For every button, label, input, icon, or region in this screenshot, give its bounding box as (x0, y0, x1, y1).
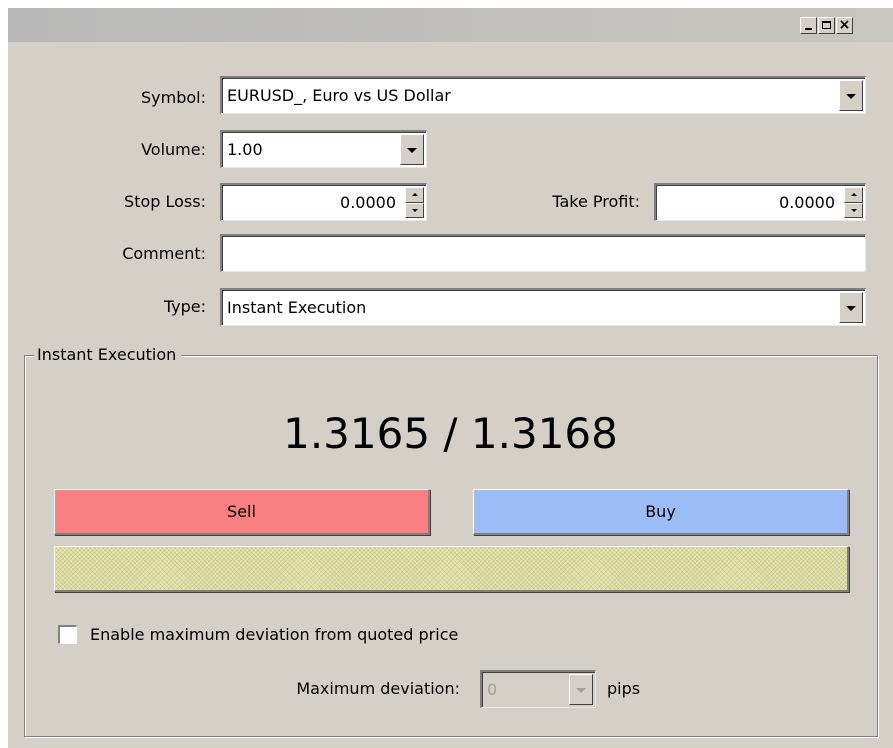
type-value: Instant Execution (227, 298, 367, 317)
spin-up-icon (850, 192, 857, 196)
takeprofit-input[interactable]: 0.0000 (654, 183, 866, 221)
chevron-down-icon (846, 93, 856, 99)
volume-dropdown-button[interactable] (400, 134, 424, 165)
chevron-down-icon (576, 687, 586, 693)
volume-value: 1.00 (227, 140, 263, 159)
takeprofit-value: 0.0000 (779, 193, 835, 212)
status-bar (54, 546, 849, 592)
stoploss-input[interactable]: 0.0000 (220, 183, 427, 221)
max-deviation-checkbox[interactable] (58, 625, 77, 644)
sell-button[interactable]: Sell (54, 489, 430, 535)
execution-group-title: Instant Execution (34, 345, 182, 365)
minimize-button[interactable] (800, 17, 817, 34)
symbol-label: Symbol: (141, 88, 206, 107)
volume-label: Volume: (141, 140, 206, 159)
takeprofit-label: Take Profit: (552, 192, 640, 211)
minimize-icon (805, 28, 812, 30)
type-label: Type: (163, 297, 206, 316)
comment-label: Comment: (122, 244, 206, 263)
max-deviation-value: 0 (487, 680, 498, 699)
stoploss-spin-down-button[interactable] (405, 202, 424, 218)
title-bar[interactable]: × (8, 8, 893, 42)
symbol-select[interactable]: EURUSD_, Euro vs US Dollar (220, 76, 866, 114)
spin-down-icon (411, 209, 418, 213)
max-deviation-dropdown-button[interactable] (569, 674, 593, 705)
stoploss-value: 0.0000 (340, 193, 396, 212)
close-button[interactable]: × (836, 17, 853, 34)
order-window: × Symbol: EURUSD_, Euro vs US Dollar Vol… (8, 8, 893, 748)
takeprofit-spin-up-button[interactable] (844, 187, 863, 203)
max-deviation-checkbox-label[interactable]: Enable maximum deviation from quoted pri… (90, 625, 458, 645)
symbol-dropdown-button[interactable] (839, 80, 863, 111)
symbol-value: EURUSD_, Euro vs US Dollar (227, 86, 451, 105)
maximize-button[interactable] (818, 17, 835, 34)
pips-label: pips (607, 679, 641, 698)
spin-down-icon (850, 209, 857, 213)
spin-up-icon (411, 192, 418, 196)
type-select[interactable]: Instant Execution (220, 288, 866, 326)
stoploss-spin-up-button[interactable] (405, 187, 424, 203)
comment-input[interactable] (220, 234, 866, 272)
max-deviation-label: Maximum deviation: (296, 679, 460, 698)
chevron-down-icon (846, 305, 856, 311)
takeprofit-spinner[interactable] (844, 187, 863, 218)
takeprofit-spin-down-button[interactable] (844, 202, 863, 218)
bid-ask-price: 1.3165 / 1.3168 (283, 409, 618, 458)
close-icon: × (838, 17, 851, 33)
stoploss-spinner[interactable] (405, 187, 424, 218)
volume-select[interactable]: 1.00 (220, 130, 427, 168)
max-deviation-select[interactable]: 0 (480, 670, 596, 708)
type-dropdown-button[interactable] (839, 292, 863, 323)
buy-button[interactable]: Buy (473, 489, 849, 535)
chevron-down-icon (407, 147, 417, 153)
maximize-icon (822, 21, 831, 29)
stoploss-label: Stop Loss: (124, 192, 206, 211)
